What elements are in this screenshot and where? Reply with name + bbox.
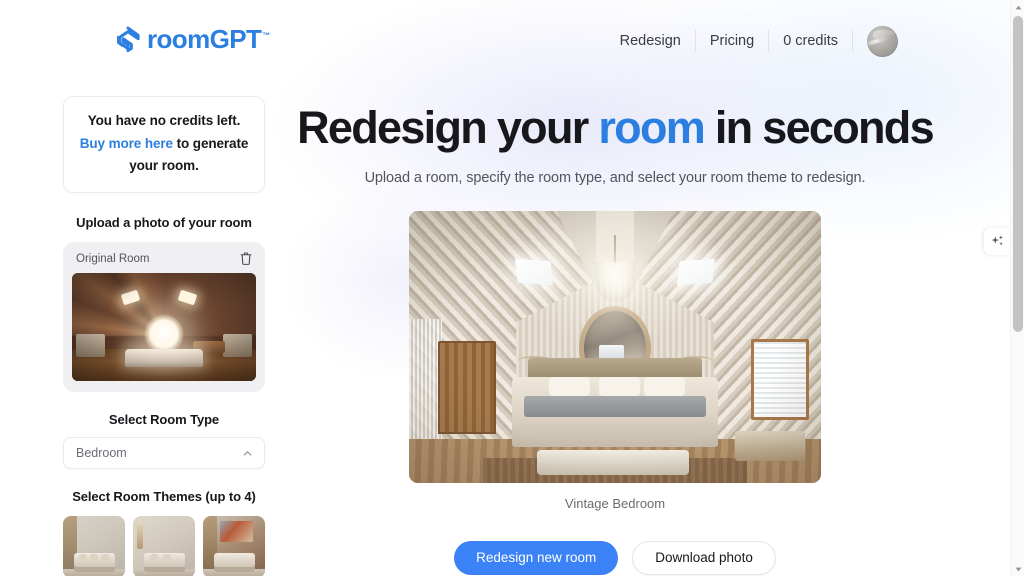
user-avatar[interactable]: [867, 25, 898, 57]
theme-option-modern[interactable]: Modern: [63, 516, 125, 576]
page-title-part2: in seconds: [704, 102, 935, 153]
sidebar: You have no credits left. Buy more here …: [63, 96, 265, 576]
site-header: roomGPT™ Redesign Pricing 0 credits: [0, 0, 1010, 80]
original-photo-header: Original Room: [72, 251, 256, 273]
page-root: roomGPT™ Redesign Pricing 0 credits You …: [0, 0, 1024, 576]
nav-link-redesign[interactable]: Redesign: [606, 24, 695, 58]
redesign-new-room-button[interactable]: Redesign new room: [454, 540, 619, 575]
scrollbar-thumb[interactable]: [1013, 16, 1023, 332]
sparkles-icon: [990, 234, 1005, 249]
trash-icon[interactable]: [239, 251, 253, 266]
room-type-value: Bedroom: [76, 446, 127, 461]
download-photo-button[interactable]: Download photo: [632, 540, 776, 575]
room-type-label: Select Room Type: [108, 412, 220, 428]
result-caption: Vintage Bedroom: [564, 495, 666, 511]
original-room-label: Original Room: [76, 252, 150, 265]
brand-name-text: roomGPT: [147, 23, 262, 54]
scroll-up-arrow[interactable]: [1011, 0, 1024, 14]
theme-option-summer[interactable]: Summer: [133, 516, 195, 576]
page-title-accent: room: [598, 102, 705, 153]
buy-credits-link[interactable]: Buy more here: [80, 136, 173, 151]
page-title: Redesign your room in seconds: [285, 104, 945, 152]
credits-counter: 0 credits: [783, 33, 838, 49]
ai-assistant-tab[interactable]: [984, 228, 1010, 255]
page-scrollbar[interactable]: [1010, 0, 1024, 576]
action-buttons: Redesign new room Download photo: [285, 540, 945, 575]
generated-room-image[interactable]: [409, 210, 821, 483]
nav-divider-3: [852, 30, 853, 52]
scroll-down-arrow[interactable]: [1011, 562, 1024, 576]
chevron-up-icon: [242, 448, 253, 459]
theme-thumbnail-modern: [63, 516, 125, 576]
brand-trademark: ™: [262, 30, 270, 40]
theme-thumbnail-summer: [133, 516, 195, 576]
upload-photo-label: Upload a photo of your room: [76, 215, 252, 231]
room-type-select[interactable]: Bedroom: [63, 437, 265, 470]
room-themes-list: Modern Summer: [63, 516, 265, 576]
credits-notice-card: You have no credits left. Buy more here …: [63, 96, 265, 194]
nav-link-pricing[interactable]: Pricing: [696, 24, 768, 58]
theme-thumbnail-professional: [203, 516, 265, 576]
brand-logo[interactable]: roomGPT™: [114, 23, 270, 54]
main-content: Redesign your room in seconds Upload a r…: [285, 0, 945, 575]
brand-name: roomGPT™: [147, 23, 270, 54]
room-themes-label: Select Room Themes (up to 4): [72, 489, 256, 505]
original-room-thumbnail[interactable]: [72, 273, 256, 382]
page-subtitle: Upload a room, specify the room type, an…: [364, 169, 866, 186]
original-photo-card: Original Room: [63, 242, 265, 393]
result-figure: Vintage Bedroom: [285, 210, 945, 511]
page-title-part1: Redesign your: [297, 102, 599, 153]
home-logo-icon: [114, 25, 141, 52]
theme-option-professional[interactable]: Professional: [203, 516, 265, 576]
main-nav: Redesign Pricing 0 credits: [606, 24, 898, 58]
credits-notice-line1: You have no credits left.: [87, 113, 241, 128]
